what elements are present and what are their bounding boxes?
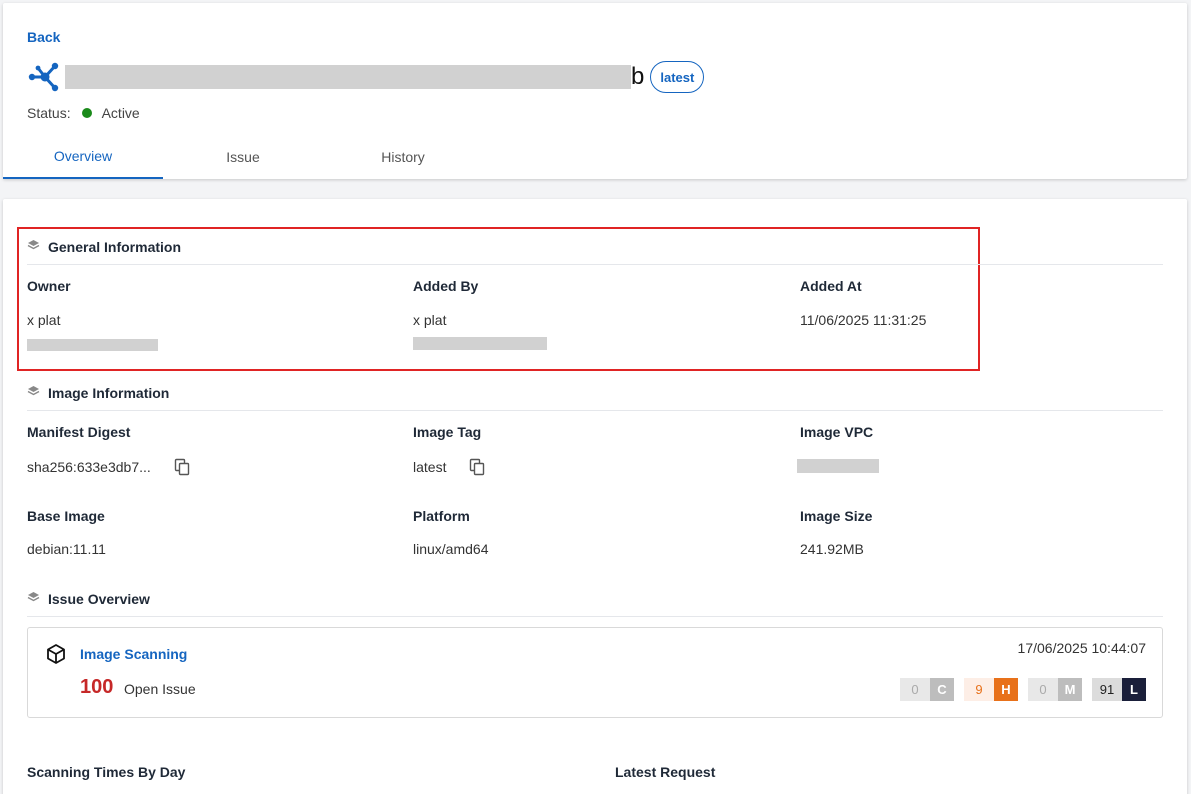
image-size-value: 241.92MB: [800, 541, 864, 557]
added-by-label: Added By: [413, 278, 479, 294]
tab-issue[interactable]: Issue: [163, 135, 323, 179]
divider: [27, 616, 1163, 617]
medium-count: 0: [1028, 678, 1058, 701]
platform-label: Platform: [413, 508, 470, 524]
image-info-heading: Image Information: [27, 385, 169, 401]
base-image-label: Base Image: [27, 508, 105, 524]
redacted-added-by-email: [413, 337, 547, 350]
severity-low-badge[interactable]: 91 L: [1092, 678, 1146, 701]
image-tag-row: latest: [413, 458, 486, 476]
image-scanning-link[interactable]: Image Scanning: [80, 646, 187, 662]
severity-badges: 0 C 9 H 0 M 91 L: [890, 678, 1146, 701]
title-row: b latest: [27, 60, 705, 94]
header-card: Back b latest Status: Active Overview Is…: [3, 3, 1187, 179]
added-by-value: x plat: [413, 312, 447, 328]
tab-history[interactable]: History: [323, 135, 483, 179]
general-info-heading: General Information: [27, 239, 181, 255]
status-row: Status: Active: [27, 105, 140, 121]
general-info-title: General Information: [48, 239, 182, 255]
scan-timestamp: 17/06/2025 10:44:07: [1017, 640, 1146, 656]
image-tag-label: Image Tag: [413, 424, 482, 440]
redacted-title: [65, 65, 631, 89]
image-info-title: Image Information: [48, 385, 170, 401]
tab-bar: Overview Issue History: [3, 135, 483, 179]
divider: [27, 264, 1163, 265]
issue-overview-title: Issue Overview: [48, 591, 150, 607]
image-size-label: Image Size: [800, 508, 873, 524]
status-value: Active: [101, 105, 140, 121]
copy-icon[interactable]: [173, 458, 191, 476]
medium-letter: M: [1058, 678, 1082, 701]
low-letter: L: [1122, 678, 1146, 701]
severity-medium-badge[interactable]: 0 M: [1028, 678, 1082, 701]
redacted-image-vpc: [797, 459, 879, 473]
issue-overview-heading: Issue Overview: [27, 591, 150, 607]
network-nodes-icon: [27, 62, 61, 92]
severity-high-badge[interactable]: 9 H: [964, 678, 1018, 701]
layers-icon: [27, 591, 40, 607]
critical-letter: C: [930, 678, 954, 701]
status-dot-icon: [81, 108, 92, 118]
open-issue-label: Open Issue: [124, 681, 196, 697]
image-scanning-card: Image Scanning 100 Open Issue 17/06/2025…: [27, 627, 1163, 718]
critical-count: 0: [900, 678, 930, 701]
image-vpc-label: Image VPC: [800, 424, 874, 440]
low-count: 91: [1092, 678, 1122, 701]
added-at-label: Added At: [800, 278, 862, 294]
tab-overview[interactable]: Overview: [3, 135, 163, 179]
platform-value: linux/amd64: [413, 541, 489, 557]
added-at-value: 11/06/2025 11:31:25: [800, 312, 927, 328]
image-tag-value: latest: [413, 459, 447, 475]
scanning-times-heading: Scanning Times By Day: [27, 764, 186, 780]
page-title-suffix: b: [631, 63, 645, 90]
layers-icon: [27, 239, 40, 255]
back-link[interactable]: Back: [27, 29, 60, 45]
redacted-owner-email: [27, 339, 158, 351]
open-issue-count: 100: [80, 676, 114, 698]
cube-icon: [45, 643, 67, 670]
layers-icon: [27, 385, 40, 401]
high-count: 9: [964, 678, 994, 701]
latest-request-heading: Latest Request: [615, 764, 716, 780]
severity-critical-badge[interactable]: 0 C: [900, 678, 954, 701]
high-letter: H: [994, 678, 1018, 701]
tag-badge[interactable]: latest: [650, 61, 705, 93]
owner-label: Owner: [27, 278, 71, 294]
status-label: Status:: [27, 105, 71, 121]
overview-card: General Information Owner x plat Added B…: [3, 199, 1187, 794]
owner-value: x plat: [27, 312, 61, 328]
copy-icon[interactable]: [468, 458, 486, 476]
divider: [27, 410, 1163, 411]
manifest-digest-value: sha256:633e3db7...: [27, 459, 151, 475]
base-image-value: debian:11.11: [27, 541, 106, 557]
manifest-digest-label: Manifest Digest: [27, 424, 131, 440]
manifest-digest-row: sha256:633e3db7...: [27, 458, 191, 476]
